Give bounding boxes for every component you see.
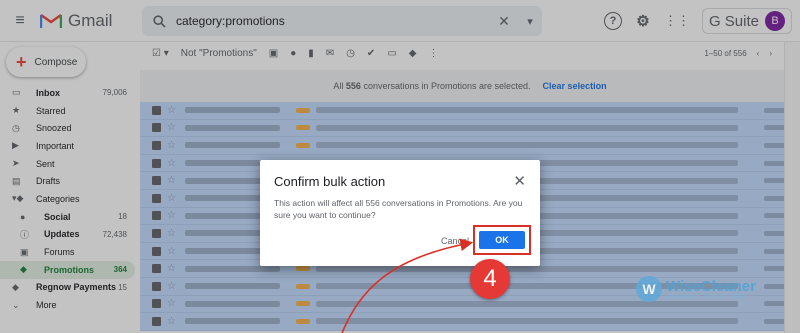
wisecleaner-logo-icon: W [636, 276, 662, 302]
gmail-app: ≡ Gmail category:promotions ✕ ▾ ? ⚙ ⋮⋮ G… [0, 0, 800, 333]
ok-highlight-box: OK [473, 225, 531, 255]
watermark-tagline: Advanced PC Tune-up Utilities [666, 293, 748, 300]
ok-button[interactable]: OK [479, 231, 525, 249]
watermark-text: WiseCleaner Advanced PC Tune-up Utilitie… [666, 279, 756, 300]
step-number-badge: 4 [470, 259, 510, 299]
watermark-name: WiseCleaner [666, 277, 756, 295]
wisecleaner-watermark: W WiseCleaner Advanced PC Tune-up Utilit… [636, 276, 756, 302]
close-icon[interactable]: ✕ [513, 172, 526, 190]
confirm-bulk-action-dialog: Confirm bulk action ✕ This action will a… [260, 160, 540, 266]
dialog-title: Confirm bulk action [274, 174, 386, 189]
dialog-message: This action will affect all 556 conversa… [274, 198, 523, 220]
cancel-button[interactable]: Cancel [441, 236, 469, 246]
